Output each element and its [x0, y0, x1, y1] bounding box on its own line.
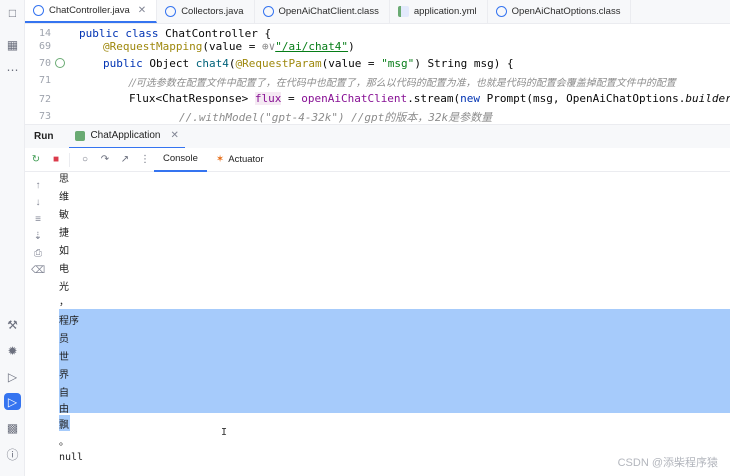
more-icon[interactable]: ⋮ — [136, 151, 154, 169]
java-class-icon — [33, 5, 44, 16]
actuator-icon: ✶ — [215, 154, 225, 165]
console-line: 世 — [59, 352, 69, 363]
console-line: 电 — [59, 264, 69, 275]
console-line: ， — [59, 297, 69, 308]
services-icon[interactable]: ▷ — [4, 368, 21, 385]
code-line-72: Flux<ChatResponse> flux = openAiChatClie… — [129, 92, 730, 105]
console-line: 飘 — [59, 420, 69, 431]
console-line: 如 — [59, 246, 69, 257]
console-line: 界 — [59, 370, 69, 381]
close-icon[interactable]: ✕ — [138, 5, 146, 16]
actuator-tab-label: Actuator — [228, 154, 264, 165]
clear-icon[interactable]: ⌫ — [31, 263, 45, 277]
console-line: 员 — [59, 334, 69, 345]
code-editor[interactable]: 14 69 70 71 72 73 public class ChatContr… — [25, 24, 730, 124]
spring-app-icon — [75, 130, 86, 141]
code-line-69: @RequestMapping(value = ⊕∨"/ai/chat4") — [103, 40, 355, 53]
tab-actuator[interactable]: ✶ Actuator — [207, 148, 273, 172]
tab-openaichatoptions[interactable]: OpenAiChatOptions.class — [488, 0, 632, 23]
console-line: 由 — [59, 404, 69, 415]
code-line-71: //可选参数在配置文件中配置了，在代码中也配置了，那么以代码的配置为准，也就是代… — [129, 78, 676, 89]
console-toolbar: ↻ ■ ○ ↷ ↗ ⋮ Console ✶ Actuator — [25, 148, 730, 172]
structure-icon[interactable]: ▦ — [4, 36, 21, 53]
tab-label: Collectors.java — [181, 6, 244, 17]
build-icon[interactable]: ⚒ — [4, 316, 21, 333]
scroll-up-icon[interactable]: ↑ — [31, 178, 45, 192]
console-line: 。 — [59, 437, 69, 448]
yml-file-icon — [397, 6, 409, 17]
restore-layout-icon[interactable]: ↷ — [96, 151, 114, 169]
java-class-icon — [262, 6, 274, 17]
close-icon[interactable]: ✕ — [171, 130, 179, 141]
tab-label: ChatController.java — [49, 5, 130, 16]
tab-collectors[interactable]: Collectors.java — [157, 0, 255, 23]
endpoint-gutter-icon[interactable] — [55, 58, 65, 68]
code-line-14: public class ChatController { — [79, 27, 272, 40]
line-number: 72 — [38, 94, 51, 105]
line-number: 71 — [38, 75, 51, 86]
screenshot-icon[interactable]: ○ — [76, 151, 94, 169]
tab-label: application.yml — [413, 6, 477, 17]
run-icon[interactable]: ▷ — [4, 393, 21, 410]
tab-openaichatclient[interactable]: OpenAiChatClient.class — [255, 0, 390, 23]
console-tab-label: Console — [163, 153, 198, 164]
line-number: 73 — [38, 111, 51, 122]
console-line: 捷 — [59, 228, 69, 239]
line-number: 69 — [38, 41, 51, 52]
tab-chatapplication[interactable]: ChatApplication ✕ — [69, 125, 185, 149]
more-icon[interactable]: ⋯ — [4, 61, 21, 78]
console-line: 自 — [59, 388, 69, 399]
tab-label: OpenAiChatClient.class — [278, 6, 379, 17]
console-line: 程序 — [59, 316, 79, 327]
watermark: CSDN @添柴程序猿 — [617, 457, 718, 469]
left-tool-strip: □ ▦ ⋯ ⚒ ✹ ▷ ▷ ▩ ⓘ — [0, 0, 25, 476]
line-number: 14 — [38, 28, 51, 39]
tab-console[interactable]: Console — [154, 148, 207, 172]
tab-chatcontroller[interactable]: ChatController.java ✕ — [25, 0, 158, 23]
folder-icon[interactable]: □ — [4, 4, 21, 21]
console-line: 维 — [59, 192, 69, 203]
code-line-73: //.withModel("gpt-4-32k") //gpt的版本，32k是参… — [179, 111, 493, 124]
tab-label: OpenAiChatOptions.class — [511, 6, 621, 17]
java-class-icon — [165, 6, 177, 17]
console-line: 思 — [59, 174, 69, 185]
console-line: 光 — [59, 282, 69, 293]
console-output[interactable]: 思 维 敏 捷 如 电 光 ， 程序 员 世 界 自 由 飘 。 null I … — [51, 172, 730, 476]
java-class-icon — [495, 6, 507, 17]
problems-icon[interactable]: ⓘ — [4, 446, 21, 463]
run-tab-label: ChatApplication — [90, 130, 161, 141]
run-panel-header: Run ChatApplication ✕ — [25, 124, 730, 149]
scroll-down-icon[interactable]: ↓ — [31, 195, 45, 209]
tab-application-yml[interactable]: application.yml — [390, 0, 488, 23]
scroll-to-end-icon[interactable]: ⇣ — [31, 229, 45, 243]
text-selection — [69, 309, 730, 413]
editor-tab-bar: ChatController.java ✕ Collectors.java Op… — [25, 0, 730, 24]
debug-icon[interactable]: ✹ — [4, 342, 21, 359]
soft-wrap-icon[interactable]: ≡ — [31, 212, 45, 226]
rerun-icon[interactable]: ↻ — [27, 151, 45, 169]
run-panel-title: Run — [34, 131, 54, 142]
globe-icon: ⊕∨ — [261, 40, 276, 53]
line-number: 70 — [38, 58, 51, 69]
console-line: 敏 — [59, 210, 69, 221]
stop-icon[interactable]: ■ — [47, 151, 65, 169]
print-icon[interactable]: ⎙ — [31, 246, 45, 260]
export-icon[interactable]: ↗ — [116, 151, 134, 169]
toolbar-divider — [69, 152, 70, 167]
console-line: null — [59, 452, 84, 463]
terminal-icon[interactable]: ▩ — [4, 419, 21, 436]
text-cursor: I — [221, 427, 228, 438]
console-side-actions: ↑ ↓ ≡ ⇣ ⎙ ⌫ — [25, 172, 51, 476]
code-line-70: public Object chat4(@RequestParam(value … — [103, 57, 514, 70]
